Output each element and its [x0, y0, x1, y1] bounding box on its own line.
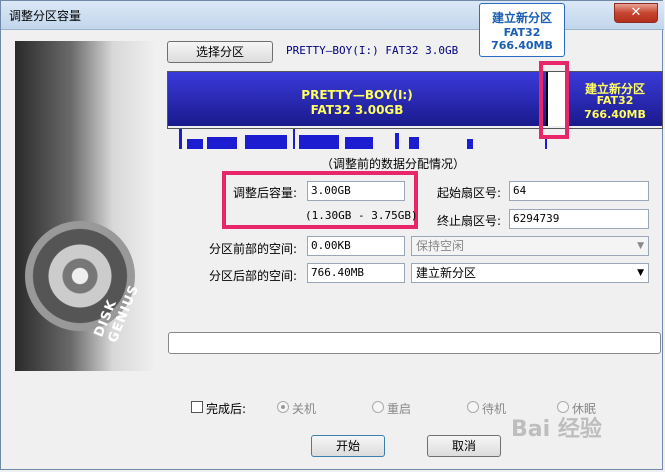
tooltip-line2: FAT32 [503, 26, 541, 39]
partition-info: PRETTY—BOY(I:) FAT32 3.0GB [286, 44, 459, 57]
segment1-name: PRETTY—BOY(I:) [301, 88, 413, 102]
after-completion-checkbox[interactable] [191, 401, 203, 413]
tooltip-line3: 766.40MB [491, 39, 553, 52]
disk-map: PRETTY—BOY(I:) FAT32 3.00GB 建立新分区 FAT32 … [167, 71, 663, 129]
disk-genius-art: DISK GENIUS [15, 41, 155, 371]
new-partition-tooltip: 建立新分区 FAT32 766.40MB [479, 3, 565, 57]
handle-highlight [539, 61, 569, 139]
usage-block [245, 135, 287, 149]
start-sector-label: 起始扇区号: [437, 186, 502, 200]
usage-block [545, 139, 547, 149]
disk-map-caption: （调整前的数据分配情况） [321, 157, 466, 171]
window-title: 调整分区容量 [9, 9, 82, 23]
after-completion-label: 完成后: [206, 402, 247, 416]
resize-partition-dialog: 调整分区容量 ✕ DISK GENIUS 选择分区 PRETTY—BOY(I:)… [0, 0, 664, 470]
partition-segment-new[interactable]: 建立新分区 FAT32 766.40MB [568, 72, 662, 126]
space-before-input[interactable]: 0.00KB [307, 236, 405, 256]
radio-standby[interactable] [467, 401, 479, 413]
end-sector-input[interactable]: 6294739 [509, 209, 649, 229]
close-button[interactable]: ✕ [614, 3, 658, 23]
data-usage-bar [167, 129, 661, 151]
size-range-text: (1.30GB - 3.75GB) [305, 209, 418, 222]
segment1-size: FAT32 3.00GB [310, 103, 404, 117]
start-button[interactable]: 开始 [311, 435, 385, 457]
space-after-label: 分区后部的空间: [209, 269, 298, 283]
usage-block [187, 139, 203, 149]
watermark: Bai 经验 [511, 417, 602, 442]
segment2-fs: FAT32 [596, 94, 634, 107]
radio-standby-label: 待机 [482, 402, 507, 416]
usage-block [395, 133, 399, 149]
end-sector-label: 终止扇区号: [437, 214, 502, 228]
usage-block [207, 137, 237, 149]
new-size-input[interactable]: 3.00GB [307, 181, 405, 201]
space-before-select: 保持空闲 ▼ [411, 236, 649, 256]
usage-block [299, 135, 339, 149]
usage-block [467, 139, 473, 149]
space-before-selected: 保持空闲 [416, 239, 465, 253]
tooltip-line1: 建立新分区 [491, 11, 552, 25]
space-after-selected: 建立新分区 [416, 266, 477, 280]
radio-shutdown-label: 关机 [292, 402, 317, 416]
space-after-input[interactable]: 766.40MB [307, 263, 405, 283]
space-before-label: 分区前部的空间: [209, 242, 298, 256]
progress-bar [168, 332, 661, 354]
radio-restart-label: 重启 [387, 402, 412, 416]
usage-block [179, 129, 182, 149]
cancel-button[interactable]: 取消 [427, 435, 501, 457]
partition-segment-current[interactable]: PRETTY—BOY(I:) FAT32 3.00GB [168, 72, 548, 126]
select-partition-button[interactable]: 选择分区 [167, 41, 273, 63]
radio-restart[interactable] [372, 401, 384, 413]
segment2-size: 766.40MB [584, 108, 646, 121]
chevron-down-icon: ▼ [637, 268, 644, 278]
usage-block [409, 137, 419, 149]
new-size-label: 调整后容量: [233, 186, 298, 200]
usage-block [293, 129, 295, 149]
space-after-select[interactable]: 建立新分区 ▼ [411, 263, 649, 283]
start-sector-input[interactable]: 64 [509, 181, 649, 201]
chevron-down-icon: ▼ [637, 241, 644, 251]
usage-block [345, 137, 373, 149]
radio-shutdown[interactable] [277, 401, 289, 413]
